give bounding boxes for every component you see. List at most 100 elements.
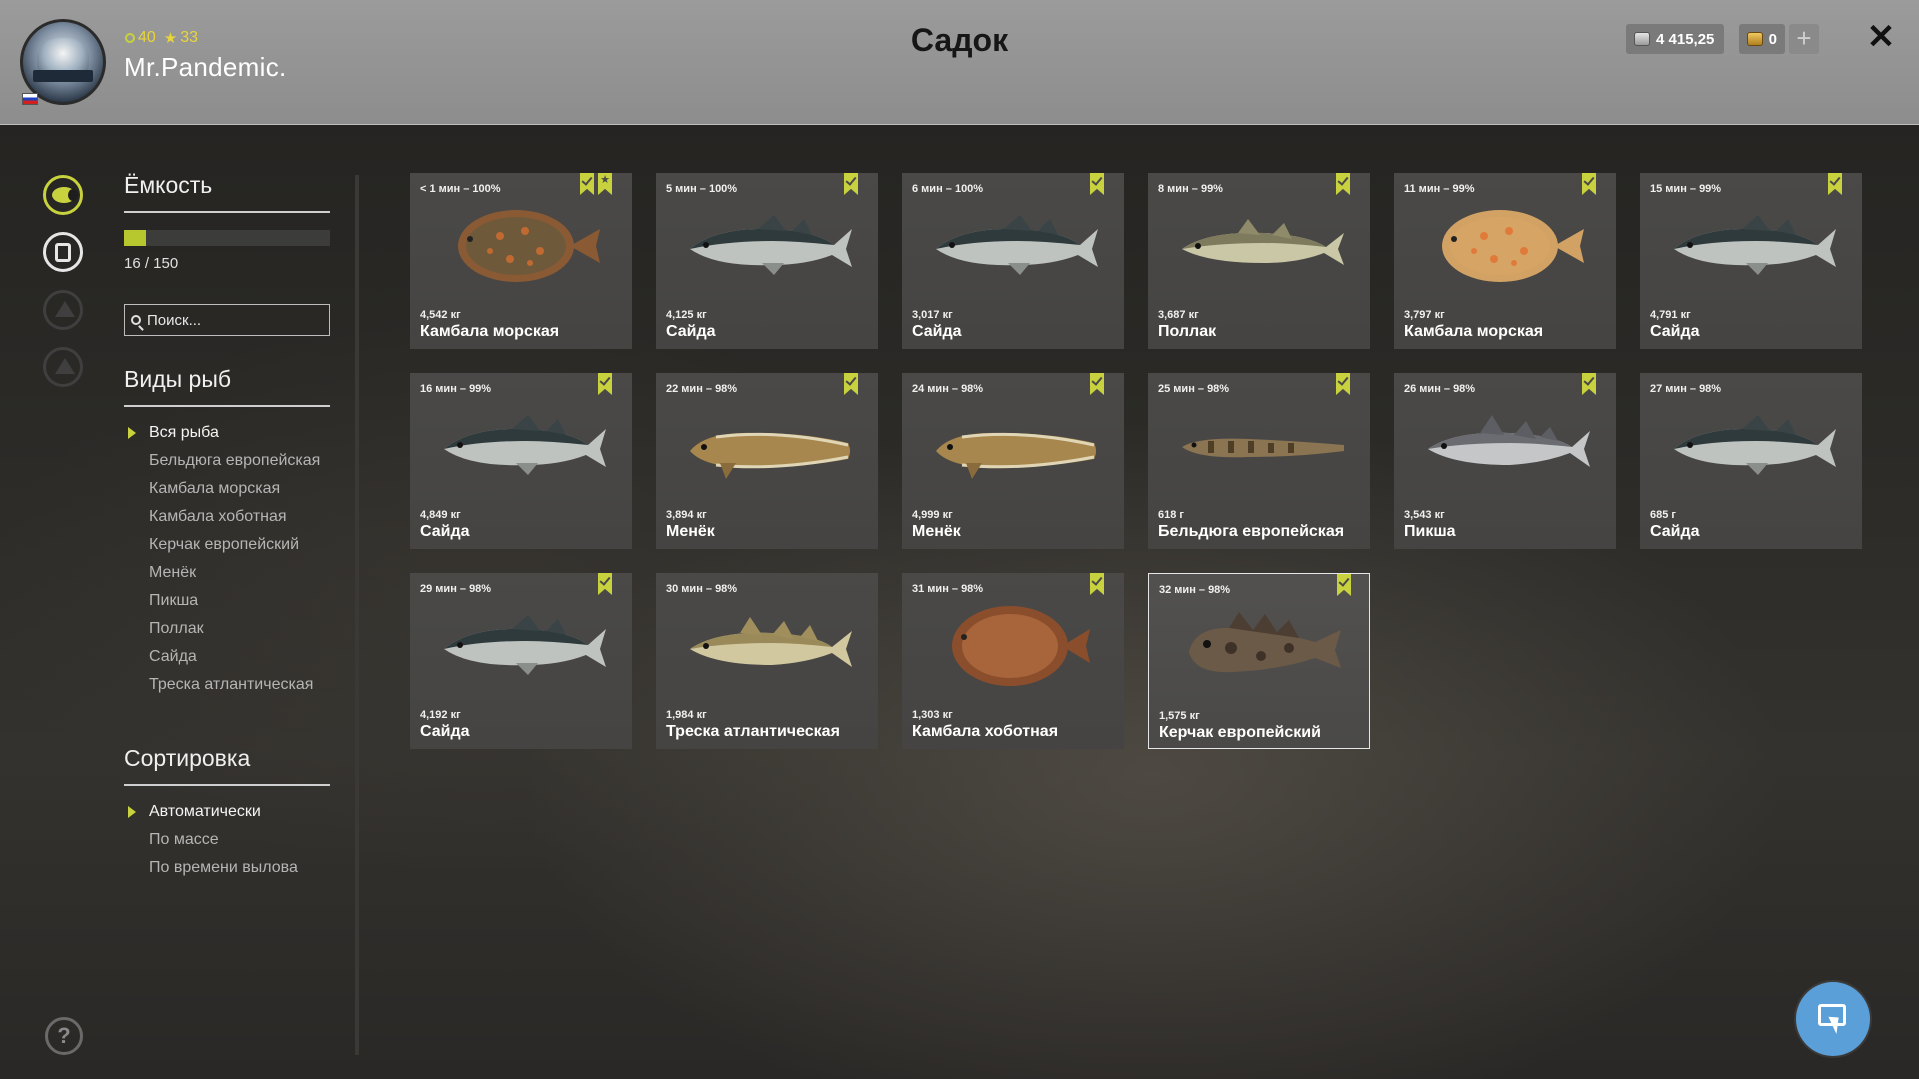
species-label: Пикша [149,592,199,609]
fish-name: Сайда [912,323,962,340]
help-button[interactable]: ? [45,1017,83,1055]
home-tab-button[interactable] [43,347,83,387]
fish-card[interactable]: 27 мин – 98% 685 г Сайда [1640,373,1862,549]
fish-card[interactable]: 31 мин – 98% 1,303 кг Камбала хоботная [902,573,1124,749]
bookmark-icon[interactable] [1582,173,1596,195]
fish-name: Камбала хоботная [912,723,1059,740]
catch-time-freshness: 11 мин – 99% [1404,183,1475,195]
silver-coin-icon [1634,32,1650,46]
search-box[interactable] [124,304,330,336]
gold-coin-icon [1747,32,1763,46]
species-item[interactable]: Сайда [124,647,344,666]
sort-option-list: Автоматически По массе По времени вылова [124,802,344,886]
fish-card[interactable]: 25 мин – 98% 618 г Бельдюга европейская [1148,373,1370,549]
sorting-item[interactable]: По времени вылова [124,858,344,877]
fish-name: Камбала морская [1404,323,1544,340]
bookmark-icon[interactable] [598,373,612,395]
species-label: Треска атлантическая [149,676,314,693]
species-item[interactable]: Поллак [124,619,344,638]
sorting-item[interactable]: По массе [124,830,344,849]
bookmark-icon[interactable] [1090,173,1104,195]
keepnet-tab-button[interactable] [43,232,83,272]
species-item[interactable]: Бельдюга европейская [124,451,344,470]
bookmark-icon[interactable] [1090,373,1104,395]
catch-time-freshness: 22 мин – 98% [666,383,738,395]
silver-value: 4 415,25 [1656,30,1715,48]
catch-time-freshness: 15 мин – 99% [1650,183,1722,195]
fish-card[interactable]: 30 мин – 98% 1,984 кг Треска атлантическа… [656,573,878,749]
fish-name: Сайда [420,723,470,740]
fish-name: Сайда [420,523,470,540]
species-label: Сайда [149,648,197,665]
favorite-star-icon[interactable]: ★ [598,173,612,195]
fish-card[interactable]: 16 мин – 99% 4,849 кг Сайда [410,373,632,549]
bookmark-icon[interactable] [580,173,594,195]
fish-tab-button[interactable] [43,175,83,215]
bookmark-icon[interactable] [844,173,858,195]
bookmark-icon[interactable] [1090,573,1104,595]
fish-name: Сайда [666,323,716,340]
coalfish-image [936,215,1098,275]
bookmark-icon[interactable] [844,373,858,395]
species-item[interactable]: Камбала морская [124,479,344,498]
fish-weight: 618 г [1158,509,1184,521]
fish-name: Бельдюга европейская [1158,523,1345,540]
eelpout-image [1182,438,1344,458]
fish-card[interactable]: 32 мин – 98% 1,575 кг Керчак европейский [1148,573,1370,749]
species-divider [124,405,330,407]
capacity-fill [124,230,147,246]
fish-card[interactable]: 26 мин – 98% 3,543 кг Пикша [1394,373,1616,549]
species-item[interactable]: Пикша [124,591,344,610]
coalfish-image [444,615,606,675]
bookmark-icon[interactable] [1336,373,1350,395]
species-item[interactable]: Керчак европейский [124,535,344,554]
sorting-item[interactable]: Автоматически [124,802,344,821]
fish-name: Менёк [666,523,715,540]
catch-time-freshness: < 1 мин – 100% [420,183,501,195]
top-bar: 40 ★ 33 Mr.Pandemic. Садок 4 415,25 0 + … [0,0,1919,125]
sculpin-image [1189,612,1341,673]
fish-name: Пикша [1404,523,1456,540]
species-item[interactable]: Камбала хоботная [124,507,344,526]
species-item[interactable]: Треска атлантическая [124,675,344,694]
boat-tab-button[interactable] [43,290,83,330]
bookmark-icon[interactable] [1336,173,1350,195]
species-item[interactable]: Менёк [124,563,344,582]
fish-name: Керчак европейский [1159,724,1321,741]
close-button[interactable]: ✕ [1864,18,1898,56]
catch-time-freshness: 29 мин – 98% [420,583,492,595]
cursor-mode-button[interactable] [1796,982,1870,1056]
silver-balance: 4 415,25 [1626,24,1724,54]
fish-card[interactable]: 11 мин – 99% 3,797 кг Камбала морская [1394,173,1616,349]
fish-card[interactable]: 8 мин – 99% 3,687 кг Поллак [1148,173,1370,349]
fish-name: Менёк [912,523,961,540]
bookmark-icon[interactable] [598,573,612,595]
fish-card[interactable]: 22 мин – 98% 3,894 кг Менёк [656,373,878,549]
fish-weight: 3,797 кг [1404,309,1445,321]
fish-card[interactable]: 15 мин – 99% 4,791 кг Сайда [1640,173,1862,349]
avatar-banner [33,70,93,82]
capacity-count: 16 / 150 [124,255,179,272]
bookmark-icon[interactable] [1828,173,1842,195]
keepnet-icon [55,243,71,262]
fish-card[interactable]: 29 мин – 98% 4,192 кг Сайда [410,573,632,749]
catch-time-freshness: 25 мин – 98% [1158,383,1230,395]
add-currency-button[interactable]: + [1789,24,1819,54]
fish-weight: 3,687 кг [1158,309,1199,321]
fish-weight: 4,791 кг [1650,309,1691,321]
fish-weight: 1,303 кг [912,709,953,721]
search-input[interactable] [147,311,317,329]
fish-card[interactable]: 24 мин – 98% 4,999 кг Менёк [902,373,1124,549]
species-title: Виды рыб [124,366,232,392]
fish-card[interactable]: 6 мин – 100% 3,017 кг Сайда [902,173,1124,349]
bookmark-icon[interactable] [1582,373,1596,395]
species-label: Вся рыба [149,424,219,441]
species-item[interactable]: Вся рыба [124,423,344,442]
bookmark-icon[interactable] [1337,574,1351,596]
sorting-label: По времени вылова [149,859,298,876]
fish-card[interactable]: 5 мин – 100% 4,125 кг Сайда [656,173,878,349]
tusk-image [936,432,1096,479]
fish-weight: 4,192 кг [420,709,461,721]
sorting-label: Автоматически [149,803,261,820]
fish-card[interactable]: < 1 мин – 100% 4,542 кг Камбала морская ★ [410,173,632,349]
